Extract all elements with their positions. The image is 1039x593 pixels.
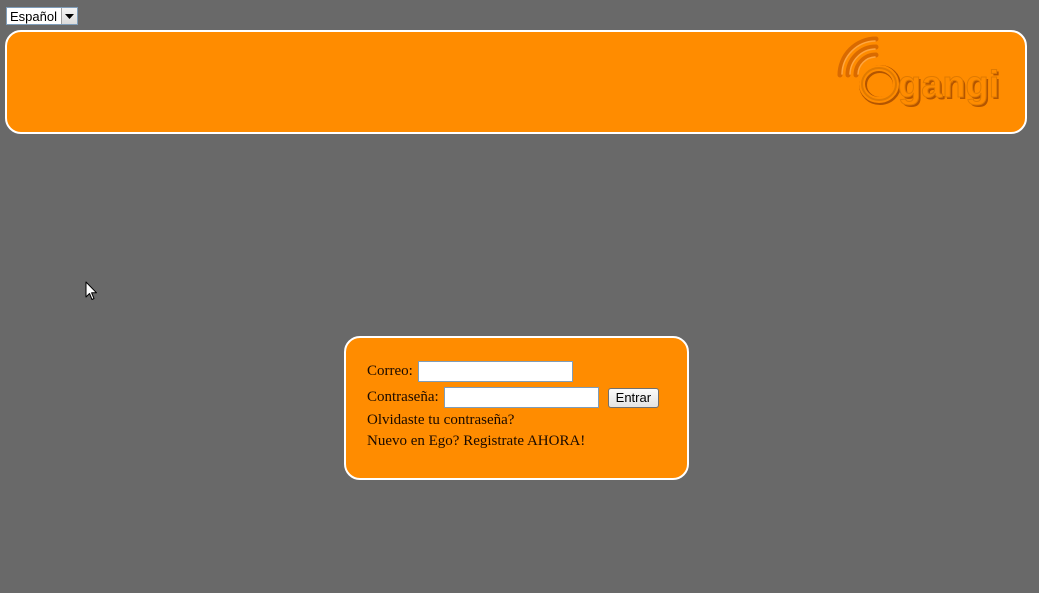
- forgot-password-link[interactable]: Olvidaste tu contraseña?: [367, 412, 514, 429]
- login-panel: Correo: Contraseña: Entrar Olvidaste tu …: [344, 336, 689, 480]
- email-label: Correo:: [367, 363, 413, 379]
- ogangi-logo: gangi gangi: [834, 35, 1020, 111]
- password-label: Contraseña:: [367, 389, 439, 405]
- password-field[interactable]: [443, 387, 599, 408]
- chevron-down-icon[interactable]: [61, 8, 77, 24]
- language-select[interactable]: Español: [6, 7, 78, 25]
- header-banner: gangi gangi: [5, 30, 1027, 134]
- register-link[interactable]: Nuevo en Ego? Registrate AHORA!: [367, 433, 585, 450]
- language-select-value: Español: [10, 8, 57, 24]
- email-row: Correo:: [367, 361, 573, 382]
- svg-text:gangi: gangi: [898, 64, 999, 106]
- mouse-cursor-icon: [85, 281, 97, 300]
- email-field[interactable]: [417, 361, 573, 382]
- submit-button[interactable]: Entrar: [607, 387, 660, 408]
- password-row: Contraseña: Entrar: [367, 387, 660, 408]
